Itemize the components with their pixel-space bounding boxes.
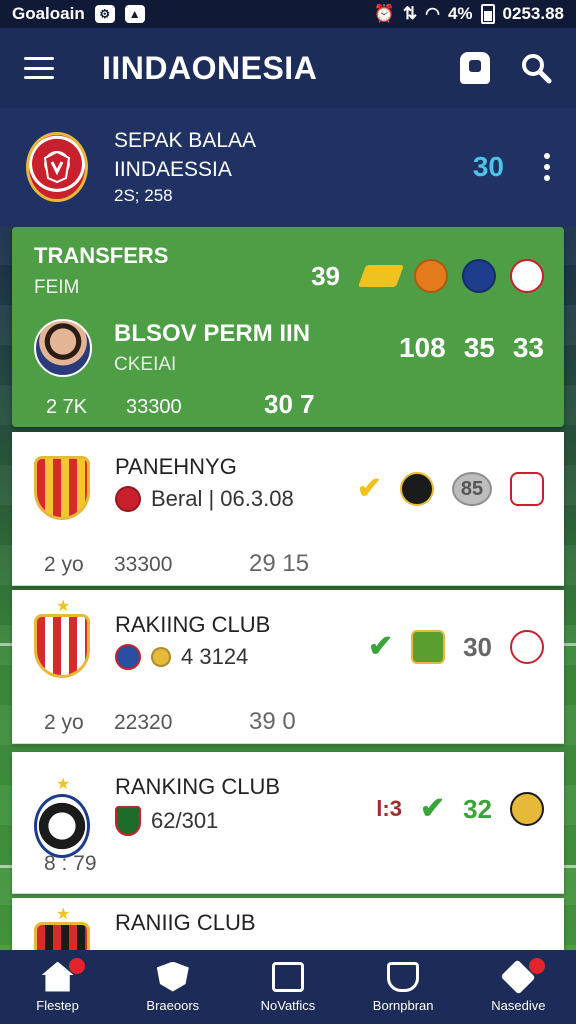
nav-item-notifications[interactable]: NoVatfics	[233, 961, 343, 1013]
player-stat: 33	[512, 332, 544, 363]
transfer-fee: 33300	[126, 396, 182, 418]
check-icon: ✔	[367, 630, 394, 663]
nav-item-team[interactable]: Bornpbran	[348, 961, 458, 1013]
player-club: CKEIAI	[114, 354, 177, 375]
club-badge-icon	[510, 792, 544, 826]
club-name: RAKIING CLUB	[115, 612, 271, 637]
club-name: RANKING CLUB	[115, 774, 281, 799]
star-icon: ★	[56, 598, 71, 615]
club-name: RANIIG CLUB	[115, 910, 256, 935]
transfers-card[interactable]: TRANSFERS FEIM 39 BLSOV PERM IIN CKEIAI …	[12, 227, 564, 427]
nav-label: Nasedive	[491, 997, 546, 1013]
team-badge-icon	[115, 644, 141, 670]
club-crest-icon	[34, 614, 90, 678]
club-age: 2 yo	[44, 711, 84, 734]
player-avatar	[34, 319, 92, 377]
club-extra: l:3	[376, 796, 402, 821]
club-card[interactable]: ★ RANIIG CLUB	[12, 898, 564, 958]
club-badge-icon	[414, 259, 448, 293]
club-rating: 30	[463, 631, 492, 662]
app-header: IINDAONESIA	[0, 28, 576, 108]
club-name: PANEHNYG	[115, 454, 237, 479]
star-icon: ★	[56, 906, 71, 923]
shield-icon	[156, 961, 189, 992]
club-card[interactable]: ★ RANKING CLUB 62/301 l:3 ✔ 32 8 : 79	[12, 752, 564, 894]
nav-label: NoVatfics	[260, 997, 316, 1013]
notification-dot	[68, 957, 85, 974]
transfer-value: 2 7K	[46, 396, 88, 418]
check-icon: ✔	[356, 472, 382, 505]
check-icon: ✔	[419, 792, 446, 825]
league-header[interactable]: SEPAK BALAA IINDAESSIA 2S; 258 30	[0, 108, 576, 226]
team-icon	[387, 961, 420, 992]
star-icon: ★	[56, 776, 71, 793]
club-score: 29 15	[249, 550, 310, 577]
battery-icon	[480, 4, 495, 24]
club-badge-icon	[411, 630, 446, 664]
club-age: 2 yo	[44, 553, 84, 576]
club-card[interactable]: ★ RAKIING CLUB 4 3124 ✔ 30 2 yo 22320 39…	[12, 590, 564, 744]
club-badge-icon	[400, 472, 434, 506]
club-score: 39 0	[249, 708, 296, 735]
league-score: 30	[472, 151, 504, 182]
clock: 0253.88	[502, 4, 564, 23]
nav-label: Flestep	[36, 997, 79, 1013]
ticket-icon	[357, 265, 405, 287]
club-detail: 62/301	[151, 808, 219, 833]
signal-icon: ⇅	[402, 4, 418, 23]
club-value: 33300	[114, 553, 173, 576]
club-rating: 32	[463, 793, 492, 824]
player-stat: 108	[398, 332, 446, 363]
player-name: BLSOV PERM IIN	[114, 320, 311, 347]
club-badge-icon	[510, 259, 544, 293]
team-badge-icon	[115, 486, 141, 512]
nav-item-layers[interactable]: Nasedive	[463, 957, 573, 1013]
league-season: 2S; 258	[114, 186, 173, 206]
transfer-score: 30 7	[264, 389, 315, 419]
menu-icon[interactable]	[24, 57, 54, 79]
club-rating-badge: 85	[452, 472, 492, 506]
league-name-line2: IINDAESSIA	[114, 158, 232, 182]
club-value: 22320	[114, 711, 173, 734]
team-badge-icon	[115, 806, 141, 836]
battery-percent: 4%	[447, 4, 473, 23]
club-card[interactable]: PANEHNYG Beral | 06.3.08 ✔ 85 2 yo 33300…	[12, 432, 564, 586]
club-badge-icon	[510, 472, 544, 506]
bottom-navigation: Flestep Braeoors NoVatfics Bornpbran Nas…	[0, 950, 576, 1024]
club-detail: 4 3124	[181, 644, 249, 669]
notification-icon[interactable]	[460, 52, 490, 84]
alarm-icon: ⏰	[373, 4, 395, 23]
notifications-icon	[271, 961, 304, 992]
status-bar: Goaloain ⚙ ▲ ⏰ ⇅ ◠ 4% 0253.88	[0, 0, 576, 28]
image-icon: ▲	[124, 5, 145, 23]
club-score: 8 : 79	[44, 852, 97, 875]
nav-label: Braeoors	[146, 997, 200, 1013]
search-icon[interactable]	[520, 52, 552, 84]
nav-item-home[interactable]: Flestep	[3, 957, 113, 1013]
club-crest-icon	[34, 456, 90, 520]
club-crest-icon	[34, 794, 90, 858]
league-crest-icon	[26, 132, 88, 202]
nav-label: Bornpbran	[372, 997, 434, 1013]
transfers-score: 39	[311, 260, 340, 291]
club-badge-icon	[462, 259, 496, 293]
settings-icon: ⚙	[94, 5, 115, 23]
team-badge-icon	[151, 647, 171, 667]
player-stat: 35	[463, 332, 495, 363]
carrier-label: Goaloain	[12, 4, 85, 23]
page-title: IINDAONESIA	[102, 49, 318, 86]
nav-item-shield[interactable]: Braeoors	[118, 961, 228, 1013]
wifi-icon: ◠	[425, 4, 440, 23]
notification-dot	[529, 957, 546, 974]
more-options-icon[interactable]	[544, 153, 550, 181]
club-detail: Beral | 06.3.08	[151, 486, 294, 511]
league-name-line1: SEPAK BALAA	[114, 128, 257, 152]
club-badge-icon	[510, 630, 544, 664]
